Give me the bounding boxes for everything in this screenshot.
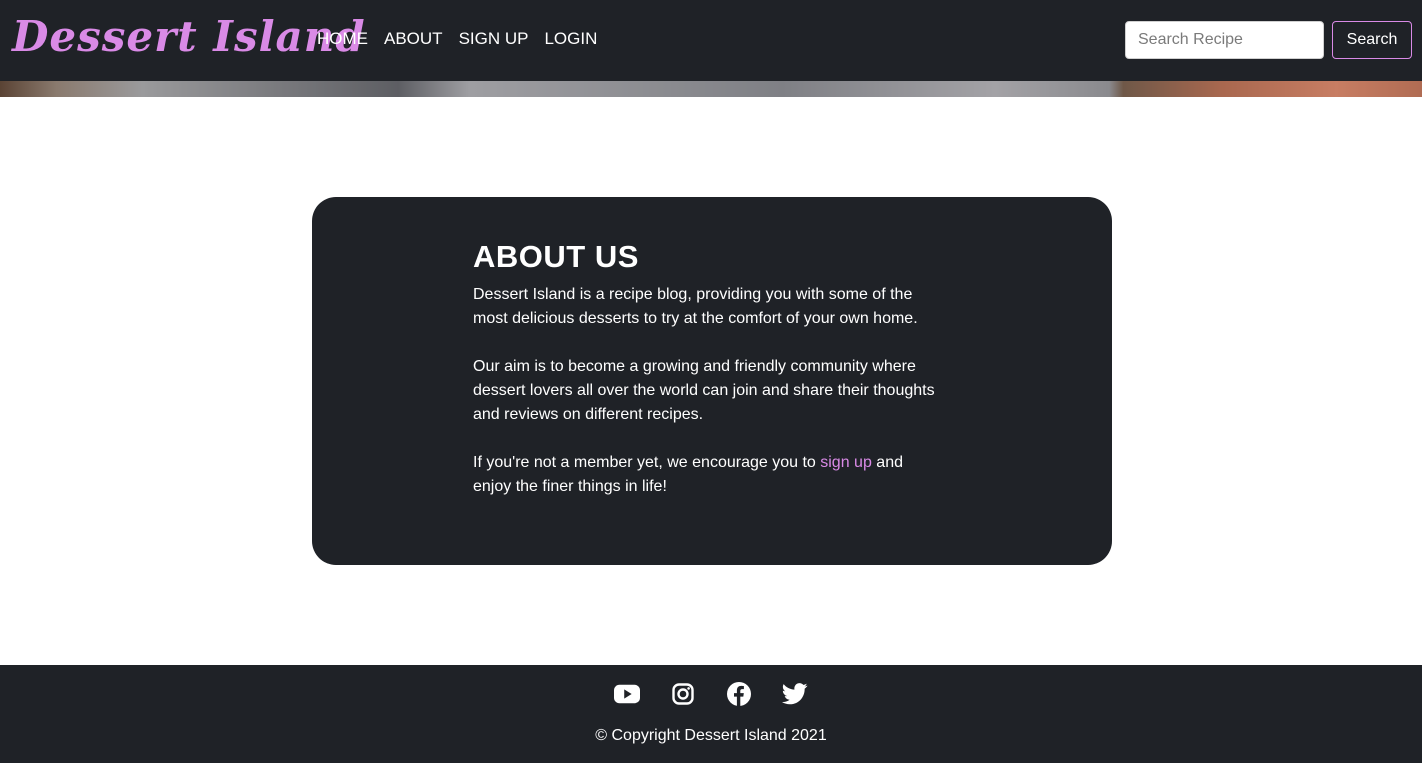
- search-input[interactable]: [1125, 21, 1324, 59]
- nav-login-link[interactable]: LOGIN: [544, 29, 597, 49]
- nav-about-link[interactable]: ABOUT: [384, 29, 443, 49]
- youtube-icon[interactable]: [614, 681, 640, 707]
- nav-home-link[interactable]: HOME: [317, 29, 368, 49]
- nav-links: HOME ABOUT SIGN UP LOGIN: [317, 29, 613, 49]
- signup-link[interactable]: sign up: [820, 454, 872, 471]
- about-content: ABOUT US Dessert Island is a recipe blog…: [473, 237, 943, 499]
- hero-image-strip: [0, 81, 1422, 97]
- instagram-icon[interactable]: [670, 681, 696, 707]
- signup-text-before: If you're not a member yet, we encourage…: [473, 454, 821, 471]
- copyright-text: © Copyright Dessert Island 2021: [595, 727, 827, 744]
- navbar: Dessert Island HOME ABOUT SIGN UP LOGIN …: [0, 0, 1422, 81]
- footer: © Copyright Dessert Island 2021: [0, 665, 1422, 763]
- about-paragraph-intro: Dessert Island is a recipe blog, providi…: [473, 286, 918, 327]
- about-paragraph-signup: If you're not a member yet, we encourage…: [473, 451, 943, 499]
- facebook-icon[interactable]: [726, 681, 752, 707]
- search-button[interactable]: Search: [1332, 21, 1412, 59]
- nav-signup-link[interactable]: SIGN UP: [459, 29, 529, 49]
- brand-logo[interactable]: Dessert Island: [12, 6, 366, 68]
- twitter-icon[interactable]: [782, 681, 808, 707]
- about-card: ABOUT US Dessert Island is a recipe blog…: [312, 197, 1112, 565]
- about-paragraph-aim: Our aim is to become a growing and frien…: [473, 358, 935, 423]
- about-title: ABOUT US: [473, 239, 639, 274]
- social-links: [0, 681, 1422, 707]
